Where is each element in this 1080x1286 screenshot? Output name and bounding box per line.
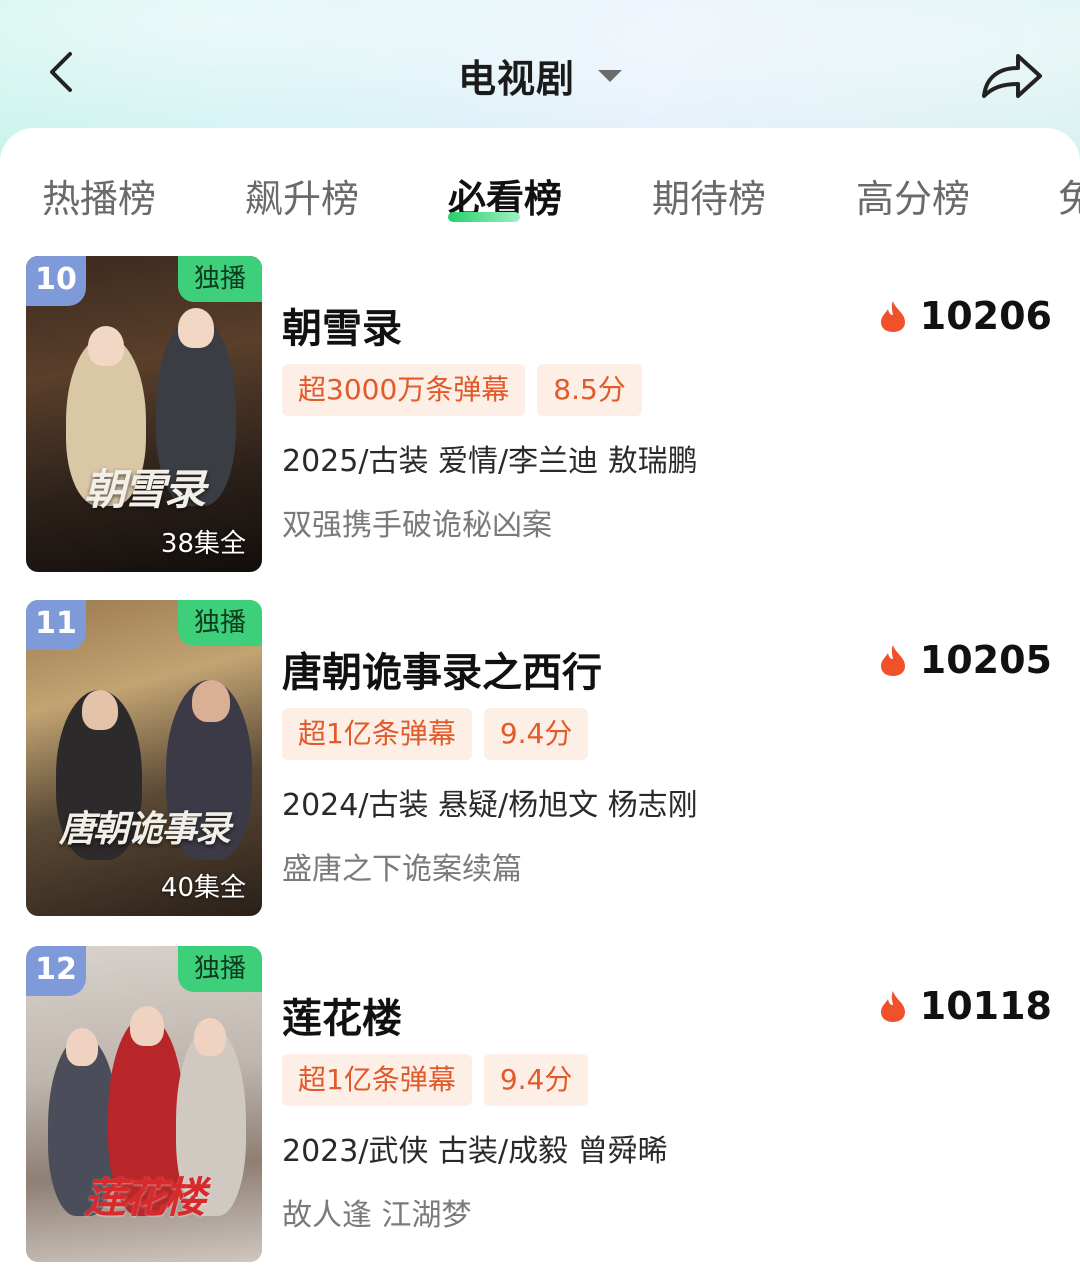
flame-icon: [880, 991, 905, 1022]
tab-rising[interactable]: 飙升榜: [245, 168, 359, 223]
rank-badge: 11: [26, 600, 86, 650]
flame-icon: [880, 301, 905, 332]
tab-free[interactable]: 免: [1058, 168, 1080, 223]
exclusive-badge: 独播: [178, 256, 262, 302]
show-description: 故人逢 江湖梦: [282, 1198, 472, 1233]
heat-value: 10206: [919, 294, 1052, 338]
list-item[interactable]: 唐朝诡事录 11 独播 40集全 唐朝诡事录之西行 10205 超1亿条弹幕 9.…: [0, 600, 1080, 920]
show-meta: 2025/古装 爱情/李兰迪 敖瑞鹏: [282, 444, 698, 479]
poster-face: [192, 680, 230, 722]
tag-group: 超1亿条弹幕 9.4分: [282, 1054, 600, 1106]
heat-value: 10118: [919, 984, 1052, 1028]
rank-badge: 12: [26, 946, 86, 996]
poster-image[interactable]: 朝雪录 10 独播 38集全: [26, 256, 262, 572]
ranking-tabs: 热播榜 飙升榜 必看榜 期待榜 高分榜 免: [0, 152, 1080, 232]
page-title: 电视剧: [457, 57, 575, 101]
danmaku-tag: 超3000万条弹幕: [282, 364, 526, 416]
poster-face: [66, 1028, 98, 1066]
tag-group: 超3000万条弹幕 8.5分: [282, 364, 654, 416]
episode-count: 40集全: [160, 873, 246, 903]
show-description: 双强携手破诡秘凶案: [282, 508, 552, 543]
show-title[interactable]: 唐朝诡事录之西行: [282, 640, 602, 698]
exclusive-badge: 独播: [178, 600, 262, 646]
exclusive-badge: 独播: [178, 946, 262, 992]
episode-count: 38集全: [160, 529, 246, 559]
tab-anticipated[interactable]: 期待榜: [652, 168, 766, 223]
share-arrow-icon: [982, 54, 1042, 98]
poster-face: [88, 326, 124, 366]
heat-value: 10205: [919, 638, 1052, 682]
list-item[interactable]: 莲花楼 12 独播 莲花楼 10118 超1亿条弹幕 9.4分 2023/武侠 古…: [0, 946, 1080, 1266]
danmaku-tag: 超1亿条弹幕: [282, 1054, 472, 1106]
show-meta: 2024/古装 悬疑/杨旭文 杨志刚: [282, 788, 698, 823]
poster-face: [194, 1018, 226, 1056]
tab-hot-play[interactable]: 热播榜: [42, 168, 156, 223]
poster-title-text: 唐朝诡事录: [58, 808, 231, 850]
poster-title-text: 莲花楼: [83, 1173, 206, 1222]
heat-score: 10205: [879, 638, 1052, 688]
share-button[interactable]: [978, 44, 1046, 104]
active-tab-indicator: [448, 212, 520, 222]
show-title[interactable]: 朝雪录: [282, 296, 402, 354]
caret-down-icon: [598, 69, 623, 82]
tag-group: 超1亿条弹幕 9.4分: [282, 708, 600, 760]
heat-score: 10118: [879, 984, 1052, 1034]
title-selector[interactable]: 电视剧: [0, 48, 1080, 101]
poster-title-text: 朝雪录: [83, 465, 206, 514]
rank-badge: 10: [26, 256, 86, 306]
flame-icon: [880, 645, 905, 676]
score-tag: 9.4分: [483, 1054, 589, 1106]
show-title[interactable]: 莲花楼: [282, 986, 402, 1044]
poster-image[interactable]: 莲花楼 12 独播: [26, 946, 262, 1262]
heat-score: 10206: [879, 294, 1052, 344]
poster-image[interactable]: 唐朝诡事录 11 独播 40集全: [26, 600, 262, 916]
danmaku-tag: 超1亿条弹幕: [282, 708, 472, 760]
score-tag: 9.4分: [483, 708, 589, 760]
show-description: 盛唐之下诡案续篇: [282, 852, 522, 887]
poster-face: [130, 1006, 164, 1046]
tab-high-score[interactable]: 高分榜: [856, 168, 970, 223]
poster-face: [82, 690, 118, 730]
poster-face: [178, 308, 214, 348]
list-item[interactable]: 朝雪录 10 独播 38集全 朝雪录 10206 超3000万条弹幕 8.5分 2…: [0, 256, 1080, 576]
top-bar: 电视剧: [0, 0, 1080, 130]
show-meta: 2023/武侠 古装/成毅 曾舜晞: [282, 1134, 668, 1169]
score-tag: 8.5分: [537, 364, 642, 416]
